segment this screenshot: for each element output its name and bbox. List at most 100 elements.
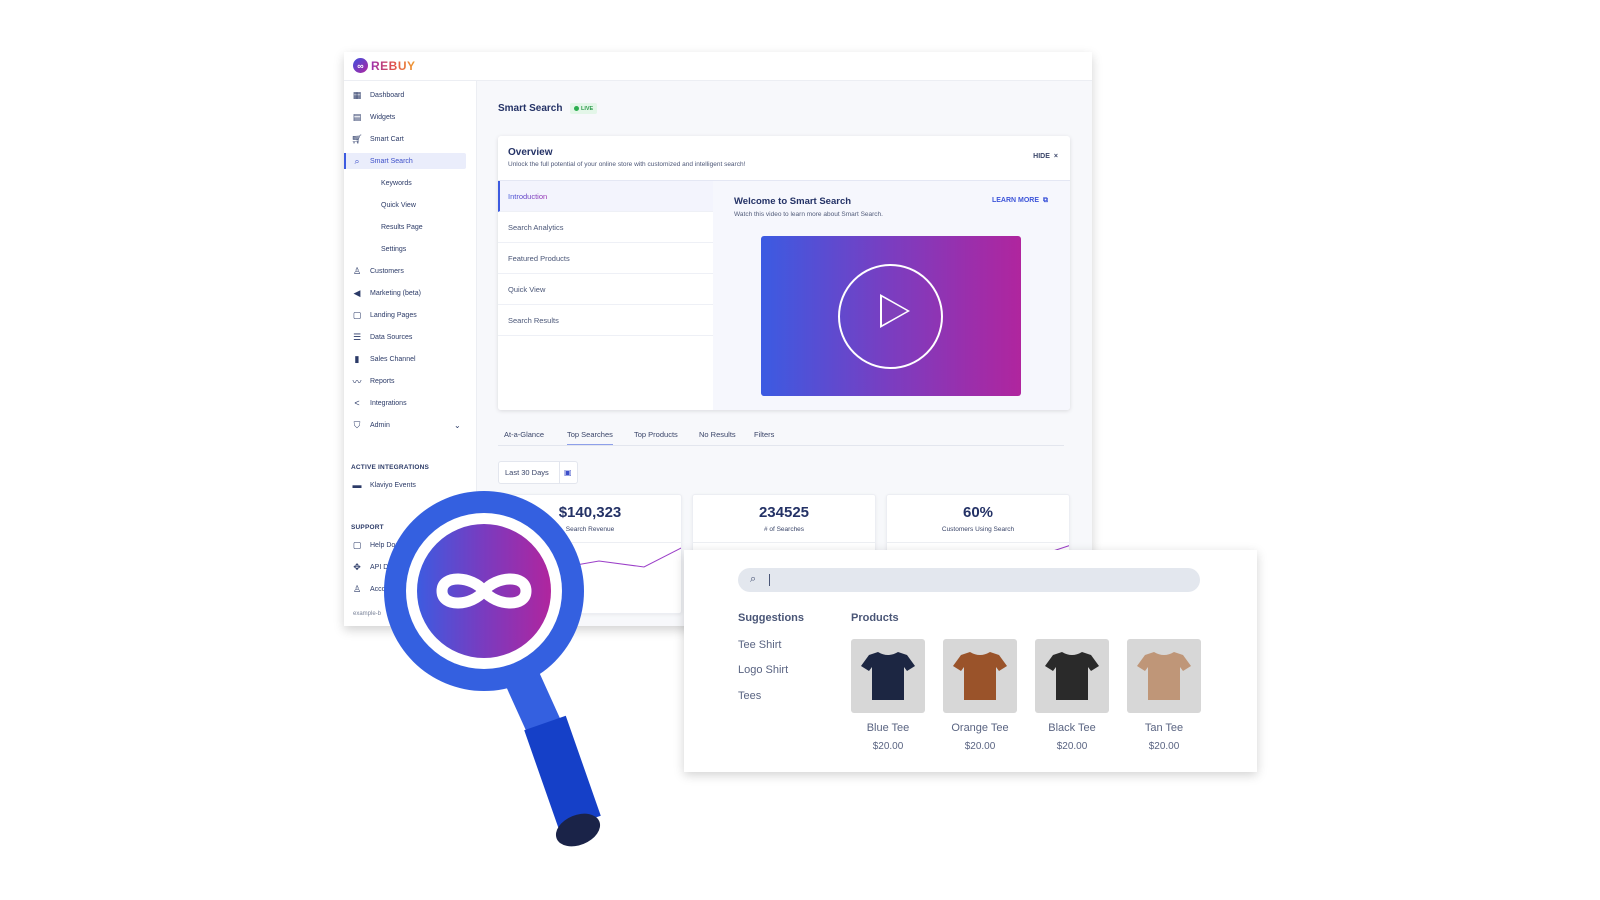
- suggestions-heading: Suggestions: [738, 612, 805, 624]
- product-card[interactable]: Black Tee $20.00: [1035, 639, 1109, 752]
- active-integrations-heading: ACTIVE INTEGRATIONS: [351, 464, 430, 471]
- play-button[interactable]: [838, 264, 943, 369]
- tshirt-icon: [1045, 652, 1099, 700]
- overview-tab-introduction[interactable]: Introduction: [498, 181, 713, 212]
- help-doc-icon: ▢: [352, 539, 362, 550]
- infinity-logo-icon: ∞: [353, 58, 368, 73]
- product-name: Black Tee: [1048, 722, 1096, 734]
- suggestion-item[interactable]: Tee Shirt: [738, 639, 781, 651]
- welcome-subtitle: Watch this video to learn more about Sma…: [734, 211, 883, 218]
- product-name: Tan Tee: [1144, 722, 1184, 734]
- sidebar-item-landing-pages[interactable]: ▢ Landing Pages: [344, 307, 477, 323]
- product-image: [851, 639, 925, 713]
- megaphone-icon: ◀: [353, 287, 361, 298]
- flag-icon: ▬: [352, 480, 362, 490]
- sidebar-item-smart-cart[interactable]: 🛒︎ Smart Cart: [344, 131, 477, 147]
- rebuy-logo[interactable]: ∞ REBUY: [353, 58, 416, 73]
- analytics-tabs: At-a-Glance Top Searches Top Products No…: [498, 426, 1064, 446]
- status-dot-icon: [574, 106, 579, 111]
- tshirt-icon: [861, 652, 915, 700]
- date-range-picker[interactable]: Last 30 Days ▣: [498, 461, 578, 484]
- admin-icon: ⛉: [353, 419, 361, 430]
- product-price: $20.00: [1148, 741, 1180, 752]
- live-status-badge: LIVE: [570, 103, 598, 114]
- sidebar-item-sales-channel[interactable]: ▮ Sales Channel: [344, 351, 477, 367]
- sidebar-item-reports[interactable]: 〰 Reports: [344, 373, 477, 389]
- search-icon: ⌕: [750, 573, 757, 585]
- sidebar-item-integrations[interactable]: < Integrations: [344, 395, 477, 411]
- external-link-icon: ⧉: [1043, 197, 1048, 204]
- share-icon: <: [354, 398, 360, 408]
- overview-tab-featured-products[interactable]: Featured Products: [498, 243, 713, 274]
- overview-subtitle: Unlock the full potential of your online…: [508, 161, 746, 168]
- product-card[interactable]: Orange Tee $20.00: [943, 639, 1017, 752]
- product-card[interactable]: Blue Tee $20.00: [851, 639, 925, 752]
- chevron-down-icon[interactable]: ⌄: [454, 421, 461, 430]
- user-icon: ♙: [352, 583, 362, 594]
- sidebar-item-data-sources[interactable]: ☰ Data Sources: [344, 329, 477, 345]
- tab-top-searches[interactable]: Top Searches: [567, 430, 613, 445]
- tshirt-icon: [1137, 652, 1191, 700]
- api-icon: ✥: [353, 561, 361, 572]
- sidebar-item-results-page[interactable]: Results Page: [344, 219, 477, 235]
- sidebar-item-widgets[interactable]: ▤ Widgets: [344, 109, 477, 125]
- dashboard-icon: ▦: [352, 89, 362, 100]
- overview-tab-quick-view[interactable]: Quick View: [498, 274, 713, 305]
- overview-tab-search-analytics[interactable]: Search Analytics: [498, 212, 713, 243]
- product-price: $20.00: [964, 741, 996, 752]
- page-title: Smart Search: [498, 103, 563, 114]
- phone-icon: ▮: [354, 353, 360, 364]
- sidebar-item-customers[interactable]: ♙ Customers: [344, 263, 477, 279]
- support-heading: SUPPORT: [351, 524, 384, 531]
- sidebar-item-marketing[interactable]: ◀ Marketing (beta): [344, 285, 477, 301]
- cart-icon: 🛒︎: [351, 133, 363, 144]
- sidebar-item-dashboard[interactable]: ▦ Dashboard: [344, 87, 477, 103]
- top-bar: ∞ REBUY: [344, 52, 1092, 81]
- stat-value: 234525: [758, 504, 810, 521]
- play-icon: [880, 294, 910, 328]
- widgets-icon: ▤: [352, 111, 362, 122]
- magnifier-handle: [524, 715, 601, 831]
- overview-tab-list: Introduction Search Analytics Featured P…: [498, 181, 713, 410]
- suggestion-item[interactable]: Tees: [738, 690, 761, 702]
- sidebar-item-quick-view[interactable]: Quick View: [344, 197, 477, 213]
- tab-no-results[interactable]: No Results: [699, 430, 736, 444]
- sidebar-item-admin[interactable]: ⛉ Admin ⌄: [344, 417, 477, 433]
- calendar-icon: ▣: [564, 468, 572, 477]
- customers-icon: ♙: [352, 265, 362, 276]
- close-icon: ×: [1053, 153, 1058, 160]
- suggestion-item[interactable]: Logo Shirt: [738, 664, 788, 676]
- intro-video[interactable]: [761, 236, 1021, 396]
- tab-filters[interactable]: Filters: [754, 430, 774, 444]
- products-heading: Products: [851, 612, 899, 624]
- list-icon: ☰: [352, 331, 362, 342]
- welcome-title: Welcome to Smart Search: [734, 196, 852, 207]
- tab-top-products[interactable]: Top Products: [634, 430, 678, 444]
- overview-tab-search-results[interactable]: Search Results: [498, 305, 713, 336]
- stat-label: Customers Using Search: [941, 526, 1015, 533]
- search-icon: ⌕: [354, 155, 360, 166]
- magnifier-illustration: [384, 491, 601, 847]
- learn-more-link[interactable]: LEARN MORE ⧉: [992, 197, 1048, 205]
- overview-panel: Overview Unlock the full potential of yo…: [498, 136, 1070, 410]
- tshirt-icon: [953, 652, 1007, 700]
- product-image: [1035, 639, 1109, 713]
- search-input[interactable]: ⌕: [738, 568, 1200, 592]
- product-image: [943, 639, 1017, 713]
- store-domain: example-b: [353, 611, 382, 617]
- stat-label: # of Searches: [763, 526, 805, 533]
- overview-title: Overview: [508, 147, 553, 158]
- search-dropdown-panel: ⌕ Suggestions Tee Shirt Logo Shirt Tees …: [684, 550, 1257, 772]
- active-indicator: [344, 153, 346, 169]
- sidebar-item-keywords[interactable]: Keywords: [344, 175, 477, 191]
- product-price: $20.00: [1056, 741, 1088, 752]
- chart-line-icon: 〰: [352, 376, 362, 387]
- hide-overview-button[interactable]: HIDE ×: [1033, 153, 1058, 160]
- product-card[interactable]: Tan Tee $20.00: [1127, 639, 1201, 752]
- sidebar-item-settings[interactable]: Settings: [344, 241, 477, 257]
- text-cursor: [769, 574, 770, 586]
- sidebar-item-smart-search[interactable]: ⌕ Smart Search: [344, 153, 477, 169]
- landing-page-icon: ▢: [352, 309, 362, 320]
- stat-value: 60%: [962, 504, 994, 521]
- tab-at-a-glance[interactable]: At-a-Glance: [504, 430, 544, 444]
